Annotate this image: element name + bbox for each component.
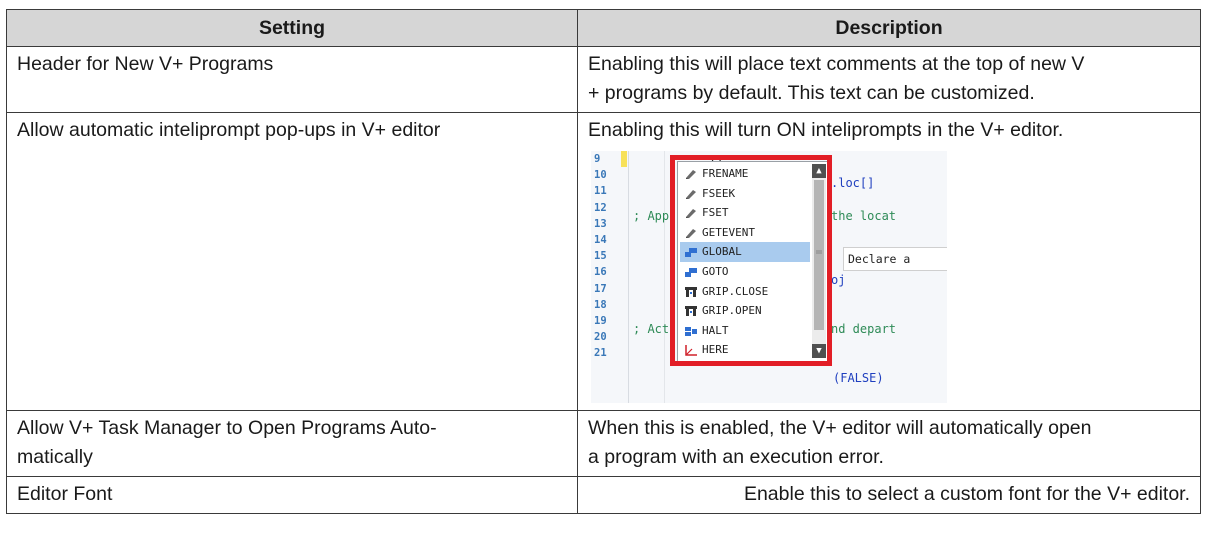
code-fragment: .loc[] (831, 176, 875, 190)
popup-item-label: HERE (702, 343, 729, 357)
current-line-marker (621, 151, 627, 167)
popup-item[interactable]: FSET (680, 203, 810, 223)
keyword-icon (686, 170, 696, 179)
settings-table: Setting Description Header for New V+ Pr… (6, 9, 1201, 514)
header-description: Description (577, 9, 1201, 47)
program-control-icon (685, 326, 697, 336)
description-cell: Enabling this will turn ON inteliprompts… (577, 112, 1201, 411)
line-number: 12 (594, 201, 607, 214)
description-line: Enabling this will turn ON inteliprompts… (588, 119, 1064, 141)
code-comment: nd depart (831, 322, 897, 336)
setting-line: Allow V+ Task Manager to Open Programs A… (17, 417, 437, 439)
popup-item[interactable]: GRIP.OPEN (680, 301, 810, 321)
popup-scrollbar[interactable]: ▲ ▼ (812, 164, 826, 358)
code-comment: the locat (831, 209, 897, 223)
table-row: Allow V+ Task Manager to Open Programs A… (6, 410, 1201, 477)
table-row: Header for New V+ Programs Enabling this… (6, 46, 1201, 113)
popup-item[interactable]: GETEVENT (680, 223, 810, 243)
line-number: 11 (594, 185, 607, 198)
indent-guide (664, 151, 665, 403)
popup-item-label: FRENAME (702, 167, 749, 180)
popup-item-label: GRIP.OPEN (702, 304, 762, 318)
popup-item[interactable]: FSEEK (680, 184, 810, 204)
popup-item[interactable]: GRIP.CLOSE (680, 282, 810, 302)
code-comment: ; Act (633, 322, 670, 336)
setting-cell: Editor Font (6, 476, 578, 514)
line-number: 14 (594, 233, 607, 246)
line-number: 9 (594, 153, 601, 165)
tooltip: Declare a (843, 247, 947, 271)
line-number: 18 (594, 298, 607, 311)
table-header-row: Setting Description (6, 9, 1201, 47)
editor-screenshot: 9 10 11 12 13 14 15 16 17 18 19 20 21 .l… (591, 151, 947, 403)
popup-item-label: GOTO (702, 265, 729, 278)
setting-line: matically (17, 446, 93, 468)
description-line: a program with an execution error. (588, 446, 884, 468)
gutter-divider (628, 151, 629, 403)
popup-item[interactable]: FRENAME (680, 164, 810, 184)
line-number: 16 (594, 266, 607, 279)
line-number: 10 (594, 169, 607, 182)
gripper-icon (685, 306, 697, 317)
table-row: Allow automatic inteliprompt pop-ups in … (6, 112, 1201, 411)
setting-cell: Allow V+ Task Manager to Open Programs A… (6, 410, 578, 477)
line-number-gutter: 9 10 11 12 13 14 15 16 17 18 19 20 21 (591, 151, 621, 403)
keyword-icon (686, 228, 696, 238)
description-cell: Enable this to select a custom font for … (577, 476, 1201, 514)
code-comment: ; App (633, 209, 670, 223)
popup-item-label: GETEVENT (702, 225, 755, 239)
table-row: Editor Font Enable this to select a cust… (6, 476, 1201, 514)
keyword-icon (686, 189, 696, 199)
declaration-icon (685, 248, 697, 258)
popup-item-selected[interactable]: GLOBAL (680, 242, 810, 262)
gripper-icon (685, 286, 697, 297)
description-cell: Enabling this will place text comments a… (577, 46, 1201, 113)
scrollbar-thumb[interactable] (814, 180, 824, 330)
line-number: 19 (594, 314, 607, 327)
popup-item-label: GLOBAL (702, 245, 742, 259)
popup-item[interactable]: HERE (680, 340, 810, 360)
line-number: 20 (594, 331, 607, 344)
line-number: 17 (594, 282, 607, 295)
code-fragment: (FALSE) (833, 371, 884, 385)
line-number: 21 (594, 347, 607, 360)
popup-item-label: FSET (702, 206, 729, 220)
scroll-up-icon[interactable]: ▲ (812, 164, 826, 178)
line-number: 13 (594, 217, 607, 230)
inteliprompt-popup[interactable]: FRENAME FSEEK FSET GETEVENT GLOBAL GOTO … (677, 161, 829, 363)
popup-item-label: GRIP.CLOSE (702, 284, 769, 298)
keyword-icon (686, 209, 696, 219)
description-line: Enabling this will place text comments a… (588, 53, 1085, 75)
scroll-down-icon[interactable]: ▼ (812, 344, 826, 358)
setting-cell: Allow automatic inteliprompt pop-ups in … (6, 112, 578, 411)
header-setting: Setting (6, 9, 578, 47)
description-line: When this is enabled, the V+ editor will… (588, 417, 1092, 439)
location-icon (685, 345, 697, 357)
popup-item[interactable]: GOTO (680, 262, 810, 282)
description-cell: When this is enabled, the V+ editor will… (577, 410, 1201, 477)
popup-item-label: HALT (702, 323, 729, 337)
popup-item-label: FSEEK (702, 186, 736, 200)
setting-cell: Header for New V+ Programs (6, 46, 578, 113)
description-line: + programs by default. This text can be … (588, 82, 1035, 104)
line-number: 15 (594, 250, 607, 263)
popup-item[interactable]: HALT (680, 321, 810, 341)
declaration-icon (685, 268, 697, 277)
